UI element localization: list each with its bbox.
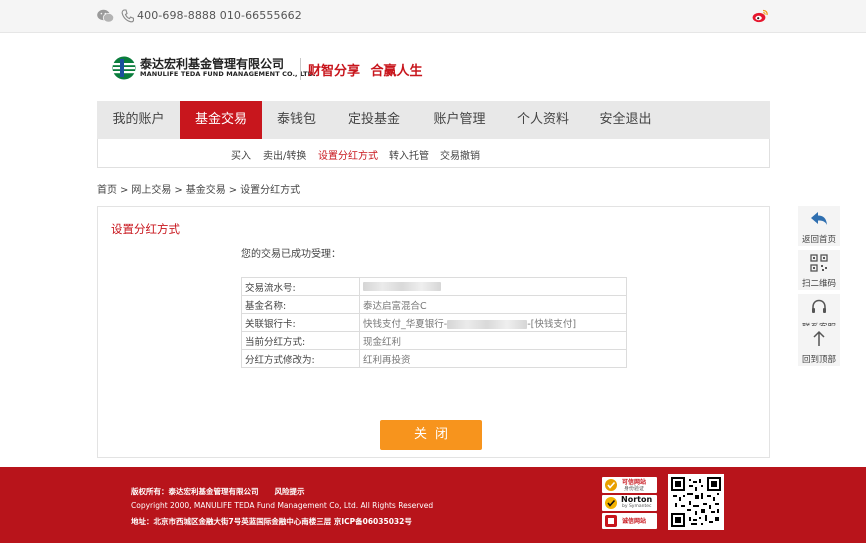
hotline-text: 400-698-8888 010-66555662: [137, 9, 302, 22]
arrow-up-icon: [813, 330, 825, 346]
phone-icon: [121, 9, 134, 23]
top-bar: 400-698-8888 010-66555662: [0, 0, 866, 33]
badge-integrity-site[interactable]: 诚信网站: [602, 513, 657, 529]
main-nav: 我的账户 基金交易 泰钱包 定投基金 账户管理 个人资料 安全退出: [97, 101, 770, 139]
headset-icon: [812, 299, 826, 313]
footer-copyright-en: Copyright 2000, MANULIFE TEDA Fund Manag…: [131, 501, 434, 510]
sub-nav: 买入 卖出/转换 设置分红方式 转入托管 交易撤销: [97, 139, 770, 168]
nav-item-tai-wallet[interactable]: 泰钱包: [262, 101, 331, 139]
badge-trusted-site[interactable]: 可信网站 身份验证: [602, 477, 657, 493]
redacted-value: [363, 282, 441, 291]
nav-item-fund-trade[interactable]: 基金交易: [180, 101, 262, 139]
nav-item-profile[interactable]: 个人资料: [502, 101, 584, 139]
breadcrumb-separator: >: [228, 185, 238, 196]
success-message: 您的交易已成功受理：: [241, 249, 341, 260]
qrcode-icon: [810, 254, 828, 272]
norton-check-icon: [605, 497, 617, 509]
slogan: 财智分享 合赢人生: [308, 64, 423, 79]
risk-notice-link[interactable]: 风险提示: [275, 487, 305, 496]
integrity-icon: [605, 515, 617, 527]
copyright-label: 版权所有：: [131, 487, 169, 496]
table-row: 当前分红方式: 现金红利: [241, 331, 627, 350]
breadcrumb-fund-trade[interactable]: 基金交易: [186, 185, 226, 196]
subnav-item-buy[interactable]: 买入: [231, 147, 251, 162]
table-row: 基金名称: 泰达启富混合C: [241, 295, 627, 314]
back-arrow-icon: [811, 212, 827, 225]
subnav-item-transfer-custody[interactable]: 转入托管: [389, 147, 429, 162]
side-label: 回到顶部: [801, 355, 836, 365]
footer-address: 地址：北京市西城区金融大街7号英蓝国际金融中心南楼三层 京ICP备0603503…: [131, 517, 412, 526]
breadcrumb-separator: >: [120, 185, 129, 196]
bank-card-suffix: -[快钱支付]: [527, 318, 577, 330]
panel-title: 设置分红方式: [111, 222, 180, 236]
company-name-en: MANULIFE TEDA FUND MANAGEMENT CO., LTD.: [140, 70, 316, 78]
breadcrumb-separator: >: [174, 185, 183, 196]
result-panel: 设置分红方式 您的交易已成功受理： 交易流水号: 基金名称: 泰达启富混合C 关…: [97, 206, 770, 458]
badge-label: 诚信网站: [622, 518, 647, 525]
row-value-new-dividend: 红利再投资: [359, 349, 627, 368]
subnav-item-cancel-trade[interactable]: 交易撤销: [440, 147, 480, 162]
side-top-button[interactable]: 回到顶部: [798, 326, 840, 366]
side-label: 返回首页: [801, 235, 836, 245]
subnav-item-dividend-setting[interactable]: 设置分红方式: [318, 147, 378, 162]
table-row: 分红方式修改为: 红利再投资: [241, 349, 627, 368]
weibo-icon[interactable]: [752, 8, 769, 23]
side-label: 扫二维码: [801, 279, 836, 289]
footer: 版权所有：泰达宏利基金管理有限公司 风险提示 Copyright 2000, MA…: [0, 467, 866, 543]
side-back-home-button[interactable]: 返回首页: [798, 206, 840, 246]
logo-divider: [300, 58, 301, 80]
trade-info-table: 交易流水号: 基金名称: 泰达启富混合C 关联银行卡: 快钱支付_华夏银行- -[…: [241, 277, 627, 368]
nav-item-account-manage[interactable]: 账户管理: [417, 101, 502, 139]
row-key-current-dividend: 当前分红方式:: [241, 331, 360, 350]
redacted-value: [447, 319, 528, 329]
company-logo-icon[interactable]: [111, 56, 137, 80]
nav-item-fixed-invest[interactable]: 定投基金: [331, 101, 417, 139]
table-row: 关联银行卡: 快钱支付_华夏银行- -[快钱支付]: [241, 313, 627, 332]
qrcode-icon: [671, 477, 721, 527]
footer-qrcode-image: [668, 474, 724, 530]
badge-sub: 身份验证: [624, 486, 645, 492]
breadcrumb-current: 设置分红方式: [240, 185, 301, 196]
breadcrumb-home[interactable]: 首页: [97, 185, 117, 196]
side-qrcode-button[interactable]: 扫二维码: [798, 250, 840, 290]
table-row: 交易流水号:: [241, 277, 627, 296]
breadcrumb-online-trade[interactable]: 网上交易: [131, 185, 171, 196]
nav-item-logout[interactable]: 安全退出: [584, 101, 667, 139]
subnav-item-sell-convert[interactable]: 卖出/转换: [263, 147, 306, 162]
row-value-serial: [359, 277, 627, 296]
row-key-fund-name: 基金名称:: [241, 295, 360, 314]
nav-item-my-account[interactable]: 我的账户: [97, 101, 180, 139]
close-button[interactable]: 关闭: [380, 420, 482, 450]
row-value-current-dividend: 现金红利: [359, 331, 627, 350]
badge-norton[interactable]: Norton by Symantec: [602, 495, 657, 511]
row-value-bank-card: 快钱支付_华夏银行- -[快钱支付]: [359, 313, 627, 332]
wechat-icon[interactable]: [97, 9, 114, 23]
badge-sub: by Symantec: [622, 504, 652, 509]
row-value-fund-name: 泰达启富混合C: [359, 295, 627, 314]
row-key-serial: 交易流水号:: [241, 277, 360, 296]
bank-card-prefix: 快钱支付_华夏银行-: [363, 318, 448, 330]
badge-label: Norton: [621, 495, 653, 504]
footer-copyright-line: 版权所有：泰达宏利基金管理有限公司 风险提示: [131, 486, 305, 497]
breadcrumb: 首页 > 网上交易 > 基金交易 > 设置分红方式: [97, 181, 303, 196]
copyright-owner: 泰达宏利基金管理有限公司: [168, 487, 259, 496]
row-key-bank-card: 关联银行卡:: [241, 313, 360, 332]
row-key-new-dividend: 分红方式修改为:: [241, 349, 360, 368]
trusted-site-icon: [605, 479, 617, 491]
